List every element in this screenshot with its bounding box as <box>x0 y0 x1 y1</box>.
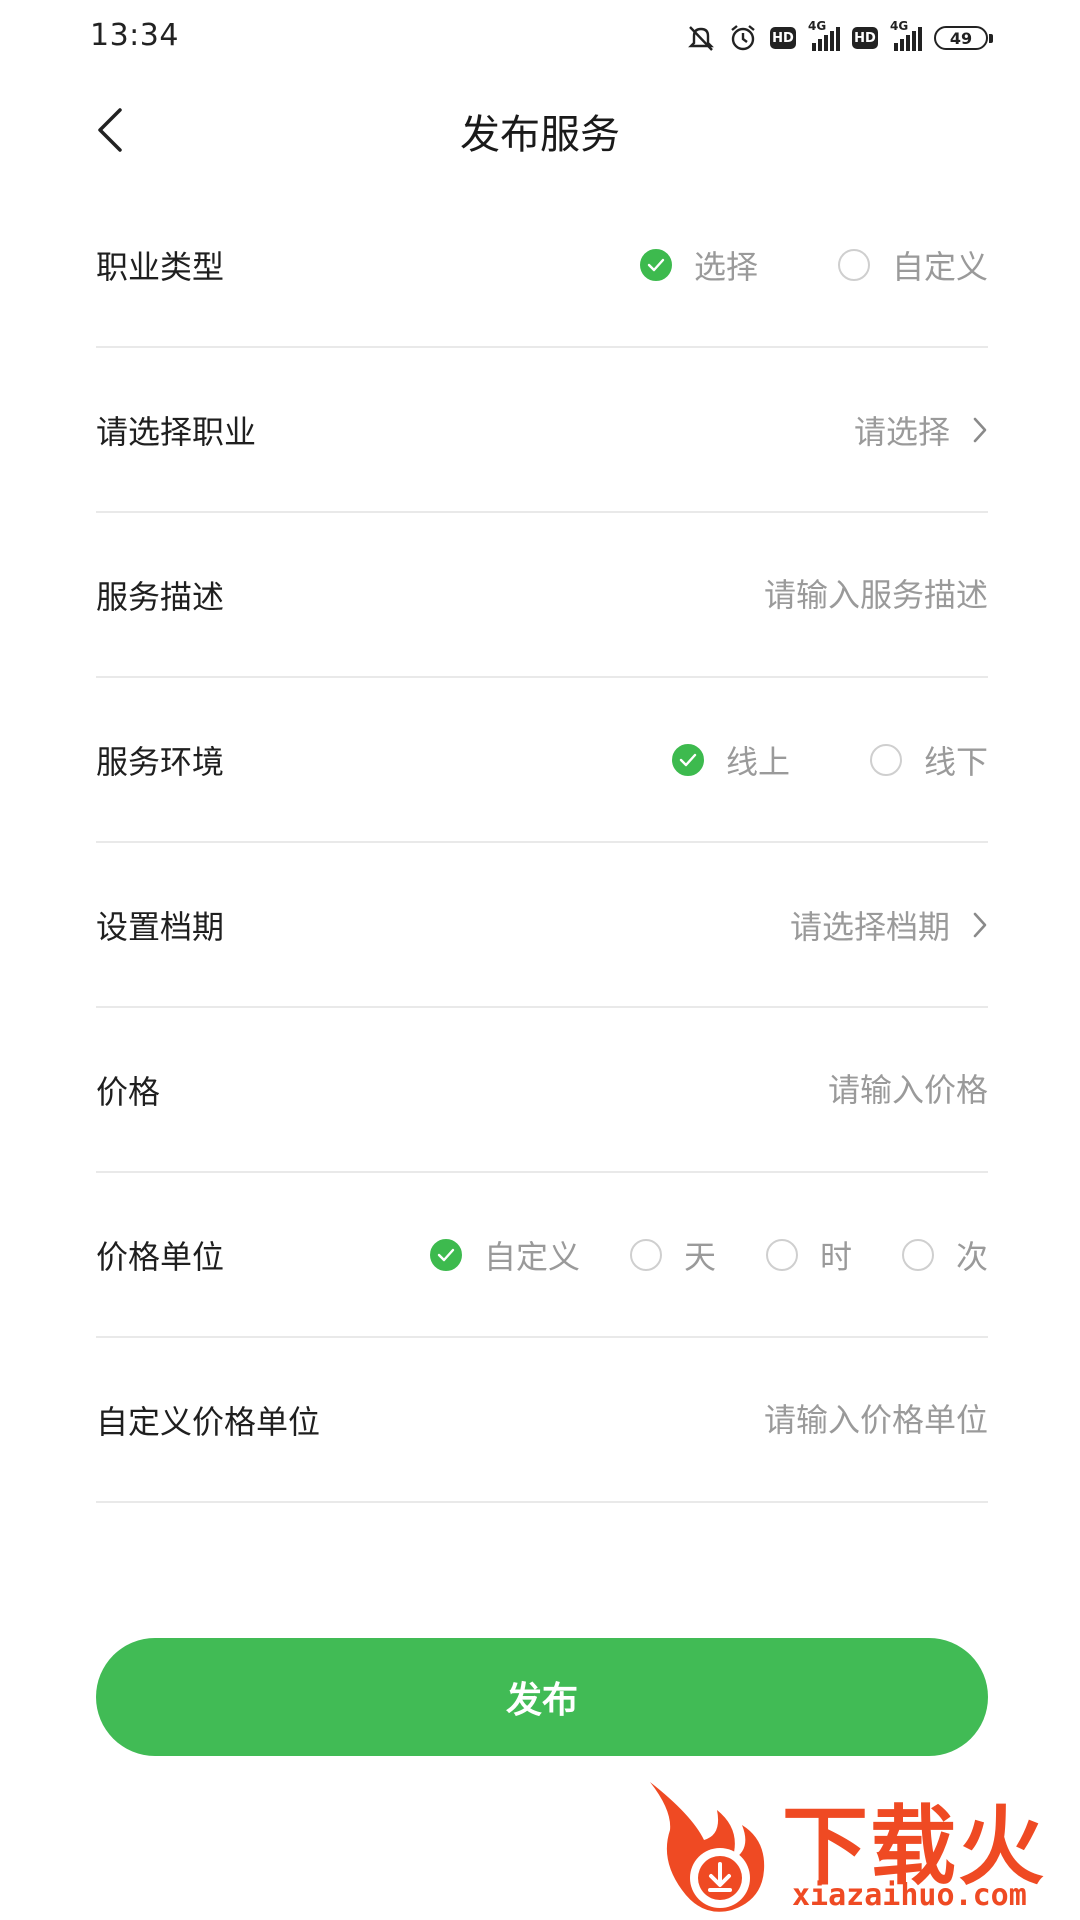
radio-option-custom[interactable]: 自定义 <box>837 242 988 288</box>
hd-badge: HD <box>770 27 796 49</box>
radio-option-online[interactable]: 线上 <box>671 737 790 783</box>
radio-option-unit-day[interactable]: 天 <box>629 1232 716 1278</box>
radio-option-select[interactable]: 选择 <box>639 242 758 288</box>
occupation-row[interactable]: 请选择职业 请选择 <box>96 348 988 513</box>
environment-label: 服务环境 <box>96 742 225 781</box>
radio-unchecked-icon <box>901 1238 934 1271</box>
occupation-selector[interactable]: 请选择 <box>854 407 988 453</box>
chevron-right-icon <box>973 912 987 937</box>
chevron-right-icon <box>973 417 987 442</box>
radio-option-label: 天 <box>683 1237 716 1276</box>
signal-icon: 4G <box>808 19 840 51</box>
radio-unchecked-icon <box>837 248 870 281</box>
description-input[interactable] <box>468 575 988 614</box>
radio-unchecked-icon <box>765 1238 798 1271</box>
radio-option-label: 线下 <box>923 742 988 781</box>
price-unit-row: 价格单位 自定义 天 时 次 <box>96 1173 988 1338</box>
check-icon <box>647 258 665 271</box>
custom-price-unit-label: 自定义价格单位 <box>96 1402 321 1441</box>
network-type-label: 4G <box>808 19 827 33</box>
flame-logo-icon <box>650 1782 765 1912</box>
price-row: 价格 <box>96 1008 988 1173</box>
status-time: 13:34 <box>90 18 179 53</box>
screen: 13:34 HD 4G HD 4G 49 发布服务 职业类型 选择 自定义 请选… <box>0 0 1080 1920</box>
signal-icon: 4G <box>890 19 922 51</box>
price-input[interactable] <box>468 1070 988 1109</box>
hd-badge: HD <box>852 27 878 49</box>
occupation-type-row: 职业类型 选择 自定义 <box>96 183 988 348</box>
radio-option-unit-custom[interactable]: 自定义 <box>429 1232 580 1278</box>
radio-option-offline[interactable]: 线下 <box>869 737 988 783</box>
occupation-type-label: 职业类型 <box>96 247 225 286</box>
radio-unchecked-icon <box>629 1238 662 1271</box>
description-label: 服务描述 <box>96 577 225 616</box>
radio-option-label: 时 <box>819 1237 852 1276</box>
watermark-url: xiazaihuo.com <box>792 1878 1027 1913</box>
price-unit-label: 价格单位 <box>96 1237 225 1276</box>
custom-price-unit-row: 自定义价格单位 <box>96 1338 988 1503</box>
check-icon <box>679 753 697 766</box>
radio-checked-icon <box>429 1238 462 1271</box>
environment-radio-group: 线上 线下 <box>671 737 988 783</box>
custom-price-unit-input[interactable] <box>468 1400 988 1439</box>
radio-option-label: 选择 <box>693 247 758 286</box>
service-form: 职业类型 选择 自定义 请选择职业 请选择 服务描述 请输入服务描述 服务环境 … <box>96 183 988 1503</box>
radio-option-label: 自定义 <box>483 1237 580 1276</box>
mute-icon <box>688 26 714 51</box>
radio-option-unit-hour[interactable]: 时 <box>765 1232 852 1278</box>
occupation-value: 请选择 <box>853 412 950 451</box>
check-icon <box>437 1248 455 1261</box>
page-title: 发布服务 <box>460 112 620 158</box>
radio-option-label: 自定义 <box>891 247 988 286</box>
watermark: 下载火 xiazaihuo.com <box>632 1770 1072 1920</box>
radio-option-unit-time[interactable]: 次 <box>901 1232 988 1278</box>
schedule-row[interactable]: 设置档期 请选择档期 <box>96 843 988 1008</box>
radio-unchecked-icon <box>869 743 902 776</box>
radio-checked-icon <box>639 248 672 281</box>
publish-button[interactable]: 发布 <box>96 1638 988 1756</box>
battery-icon: 49 <box>934 26 993 50</box>
schedule-label: 设置档期 <box>96 907 225 946</box>
environment-row: 服务环境 线上 线下 <box>96 678 988 843</box>
radio-checked-icon <box>671 743 704 776</box>
alarm-icon <box>731 25 755 51</box>
network-type-label: 4G <box>890 19 909 33</box>
price-unit-radio-group: 自定义 天 时 次 <box>429 1232 988 1278</box>
radio-option-label: 次 <box>955 1237 988 1276</box>
schedule-value: 请选择档期 <box>789 907 950 946</box>
status-bar: 13:34 HD 4G HD 4G 49 <box>0 0 1080 76</box>
occupation-label: 请选择职业 <box>96 412 257 451</box>
description-row: 服务描述 <box>96 513 988 678</box>
price-label: 价格 <box>96 1072 161 1111</box>
header: 发布服务 <box>0 90 1080 170</box>
radio-option-label: 线上 <box>725 742 790 781</box>
occupation-type-radio-group: 选择 自定义 <box>639 242 988 288</box>
schedule-selector[interactable]: 请选择档期 <box>790 902 988 948</box>
status-icons: HD 4G HD 4G 49 <box>686 19 993 56</box>
